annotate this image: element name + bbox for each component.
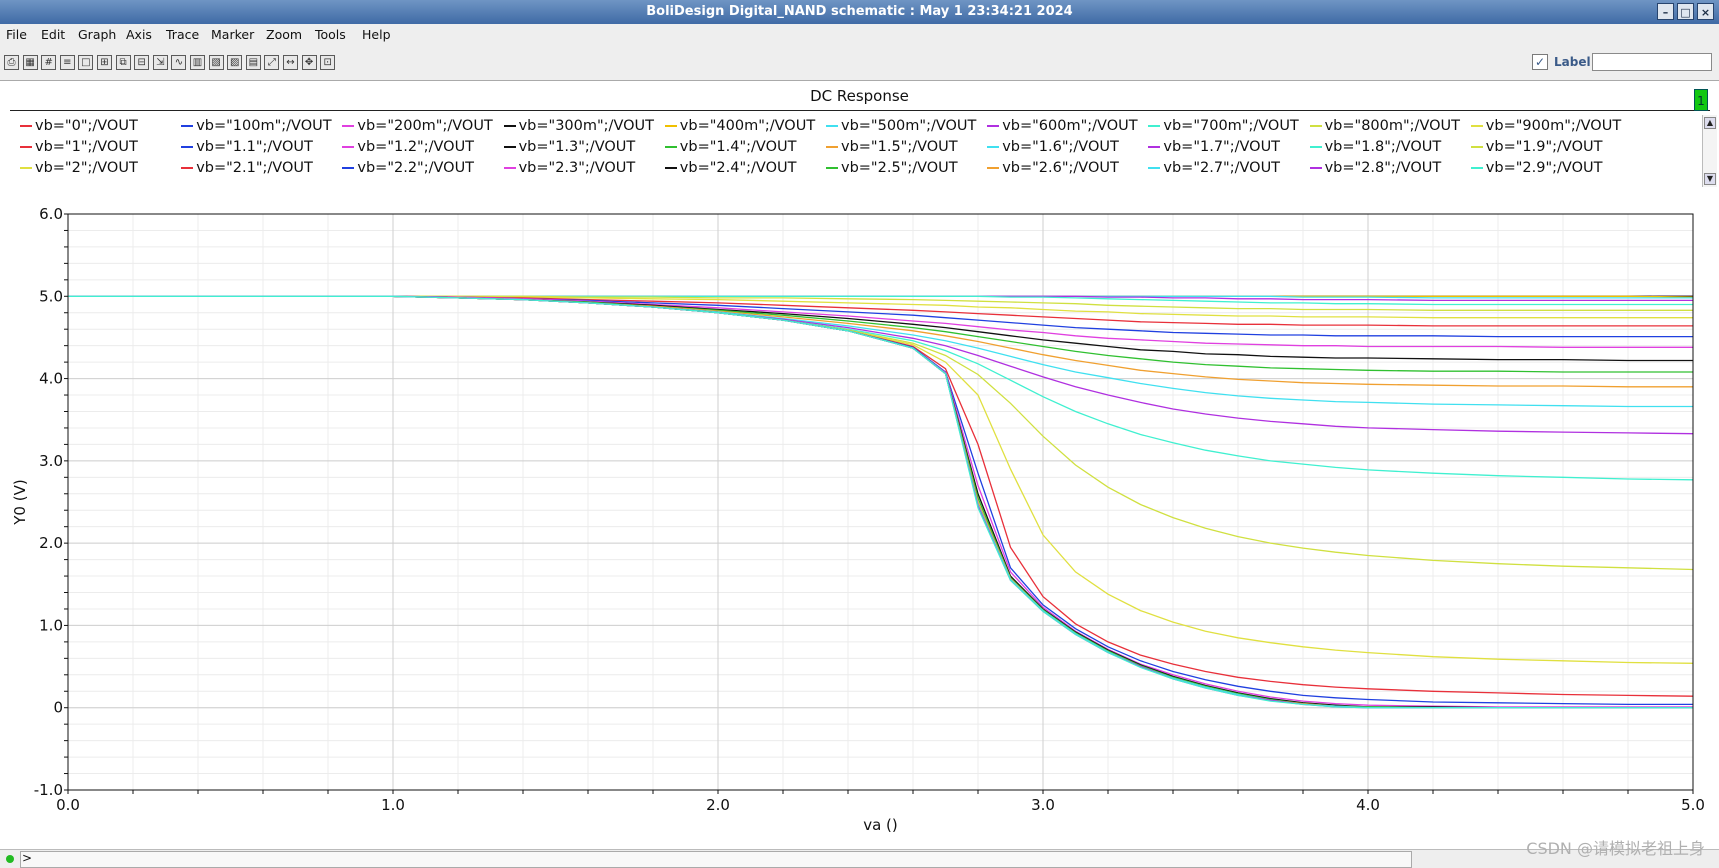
series-line (68, 295, 1693, 709)
command-prompt: > (22, 851, 33, 865)
x-tick-label: 2.0 (706, 796, 730, 814)
series-line (68, 295, 1693, 373)
y-tick-label: 6.0 (39, 205, 63, 223)
y-tick-label: 3.0 (39, 452, 63, 470)
series-line (68, 295, 1693, 708)
plot-area[interactable]: 0.0 1.0 2.0 3.0 4.0 5.06.05.04.03.02.01.00-1.… (0, 0, 1719, 867)
x-tick-label: 5.0 (1681, 796, 1705, 814)
series-line (68, 295, 1694, 664)
series-line (68, 295, 1693, 709)
series-line (68, 295, 1693, 709)
y-axis-label: Y0 (V) (11, 479, 29, 525)
series-line (68, 295, 1693, 709)
y-tick-label: 0 (53, 699, 63, 717)
x-tick-label: 4.0 (1356, 796, 1380, 814)
series-line (68, 295, 1693, 706)
y-tick-label: 2.0 (39, 534, 63, 552)
y-tick-label: -1.0 (34, 781, 63, 799)
y-tick-label: 5.0 (39, 287, 63, 305)
watermark: CSDN @请模拟老祖上身 (1526, 839, 1705, 858)
y-tick-label: 4.0 (39, 370, 63, 388)
series-line (68, 295, 1693, 362)
y-tick-label: 1.0 (39, 616, 63, 634)
series-line (68, 295, 1694, 697)
x-tick-label: 1.0 (381, 796, 405, 814)
series-line (68, 295, 1694, 435)
status-led-icon (6, 855, 14, 863)
series-line (68, 295, 1693, 709)
x-tick-label: 3.0 (1031, 796, 1055, 814)
x-axis-label: va () (863, 816, 898, 834)
command-field[interactable] (20, 851, 1412, 868)
status-bar: > (0, 849, 1719, 868)
series-line (68, 295, 1693, 709)
